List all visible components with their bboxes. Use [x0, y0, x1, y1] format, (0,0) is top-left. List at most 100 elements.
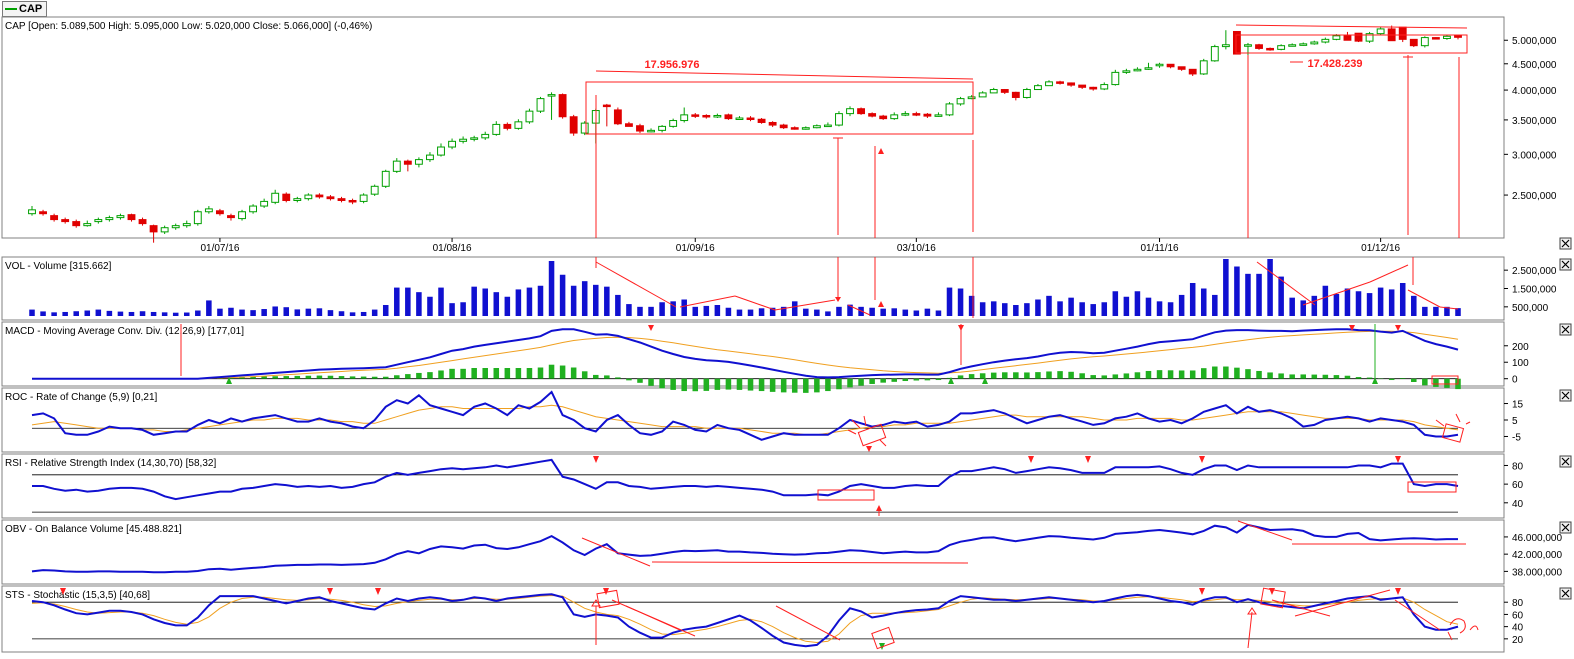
macd-histogram-bar	[1256, 370, 1262, 379]
volume-bar	[1322, 285, 1329, 316]
y-tick-label: 100	[1512, 358, 1529, 369]
macd-histogram-bar	[1355, 377, 1362, 379]
y-tick-label: 60	[1512, 480, 1524, 491]
volume-bar	[1101, 302, 1108, 316]
candle-body	[1221, 44, 1230, 48]
candle-body	[1332, 35, 1341, 40]
annotation-label: 17.956.976	[644, 59, 699, 71]
volume-bar	[979, 302, 986, 316]
candle-body	[1277, 45, 1286, 50]
candle-body	[1133, 68, 1142, 72]
candle-body	[171, 225, 180, 229]
candle-body	[437, 146, 445, 156]
close-pane-button-macd[interactable]	[1559, 323, 1572, 336]
volume-bar	[449, 303, 455, 316]
candle-body	[912, 113, 921, 116]
volume-bar	[1311, 295, 1318, 316]
macd-histogram-bar	[791, 378, 798, 393]
y-tick-label: 1.500,000	[1512, 285, 1557, 296]
candle-body	[227, 215, 235, 219]
volume-bar	[891, 308, 897, 316]
candle-body	[28, 209, 36, 215]
y-tick-label: 40	[1512, 623, 1524, 634]
x-tick-label: 01/11/16	[1140, 243, 1179, 254]
macd-histogram-bar	[725, 378, 732, 390]
candle-body	[1177, 66, 1186, 70]
macd-histogram-bar	[1189, 370, 1196, 379]
close-pane-button-volume[interactable]	[1559, 258, 1572, 271]
macd-histogram-bar	[327, 375, 334, 379]
volume-bar	[195, 310, 201, 316]
volume-bar	[1267, 259, 1273, 316]
macd-histogram-bar	[1433, 378, 1439, 387]
volume-bar	[1433, 306, 1439, 316]
macd-histogram-bar	[1422, 378, 1428, 386]
candle-body	[1166, 63, 1175, 68]
volume-bar	[1245, 273, 1251, 316]
volume-bar	[29, 309, 35, 316]
macd-histogram-bar	[626, 378, 632, 381]
candle-body	[337, 198, 346, 201]
candle-body	[182, 223, 191, 227]
volume-bar	[1377, 287, 1384, 316]
macd-histogram-bar	[1178, 370, 1185, 379]
macd-histogram-bar	[670, 378, 676, 390]
macd-histogram-bar	[703, 378, 710, 391]
pane-title-roc: ROC - Rate of Change (5,9) [0,21]	[5, 392, 158, 403]
macd-histogram-bar	[515, 368, 522, 379]
macd-histogram-bar	[1366, 377, 1373, 379]
macd-histogram-bar	[570, 367, 577, 379]
close-pane-button-roc[interactable]	[1559, 389, 1572, 402]
volume-bar	[548, 261, 555, 316]
candle-body	[1354, 32, 1363, 42]
close-pane-button-price[interactable]	[1559, 237, 1572, 250]
close-pane-button-sts[interactable]	[1559, 587, 1572, 600]
volume-bar	[183, 312, 190, 316]
macd-histogram-bar	[305, 375, 312, 379]
macd-histogram-bar	[836, 378, 842, 390]
pane-title-volume: VOL - Volume [315.662]	[5, 261, 112, 272]
y-tick-label: 500,000	[1512, 303, 1549, 314]
volume-bar	[482, 288, 488, 316]
volume-bar	[382, 305, 389, 316]
macd-histogram-bar	[1090, 375, 1096, 379]
volume-bar	[1200, 288, 1207, 316]
close-pane-button-rsi[interactable]	[1559, 455, 1572, 468]
close-pane-button-obv[interactable]	[1559, 521, 1572, 534]
y-tick-label: 4.000,000	[1512, 86, 1557, 97]
candle-body	[989, 89, 998, 94]
volume-bar	[869, 307, 875, 316]
candle-body	[293, 198, 302, 201]
volume-bar	[670, 301, 676, 316]
candle-body	[1398, 26, 1407, 40]
volume-bar	[1256, 273, 1262, 316]
candle-body	[1078, 84, 1087, 88]
candle-body	[757, 118, 766, 123]
candle-body	[1310, 41, 1319, 45]
pane-title-obv: OBV - On Balance Volume [45.488.821]	[5, 524, 182, 535]
candle-body	[1188, 68, 1197, 75]
macd-histogram-bar	[1123, 373, 1130, 379]
macd-histogram-bar	[891, 378, 897, 382]
macd-histogram-bar	[504, 368, 511, 379]
volume-bar	[261, 309, 267, 316]
pane-frame-price	[1, 16, 1505, 239]
candle-body	[558, 94, 567, 118]
pane-frame-rsi	[1, 453, 1505, 519]
volume-bar	[360, 311, 367, 316]
macd-histogram-bar	[283, 376, 290, 379]
volume-bar	[659, 302, 665, 316]
candle-body	[879, 115, 888, 120]
macd-histogram-bar	[1289, 374, 1295, 379]
candle-body	[94, 219, 103, 223]
y-tick-label: 15	[1512, 400, 1524, 411]
volume-bar	[1013, 305, 1019, 316]
candle-body	[978, 92, 987, 98]
macd-histogram-bar	[1444, 378, 1450, 388]
candle-body	[1266, 47, 1275, 51]
candle-body	[934, 114, 943, 117]
macd-histogram-bar	[1388, 378, 1395, 381]
macd-histogram-bar	[648, 378, 654, 386]
candle-body	[1067, 82, 1076, 86]
macd-histogram-bar	[548, 364, 555, 379]
